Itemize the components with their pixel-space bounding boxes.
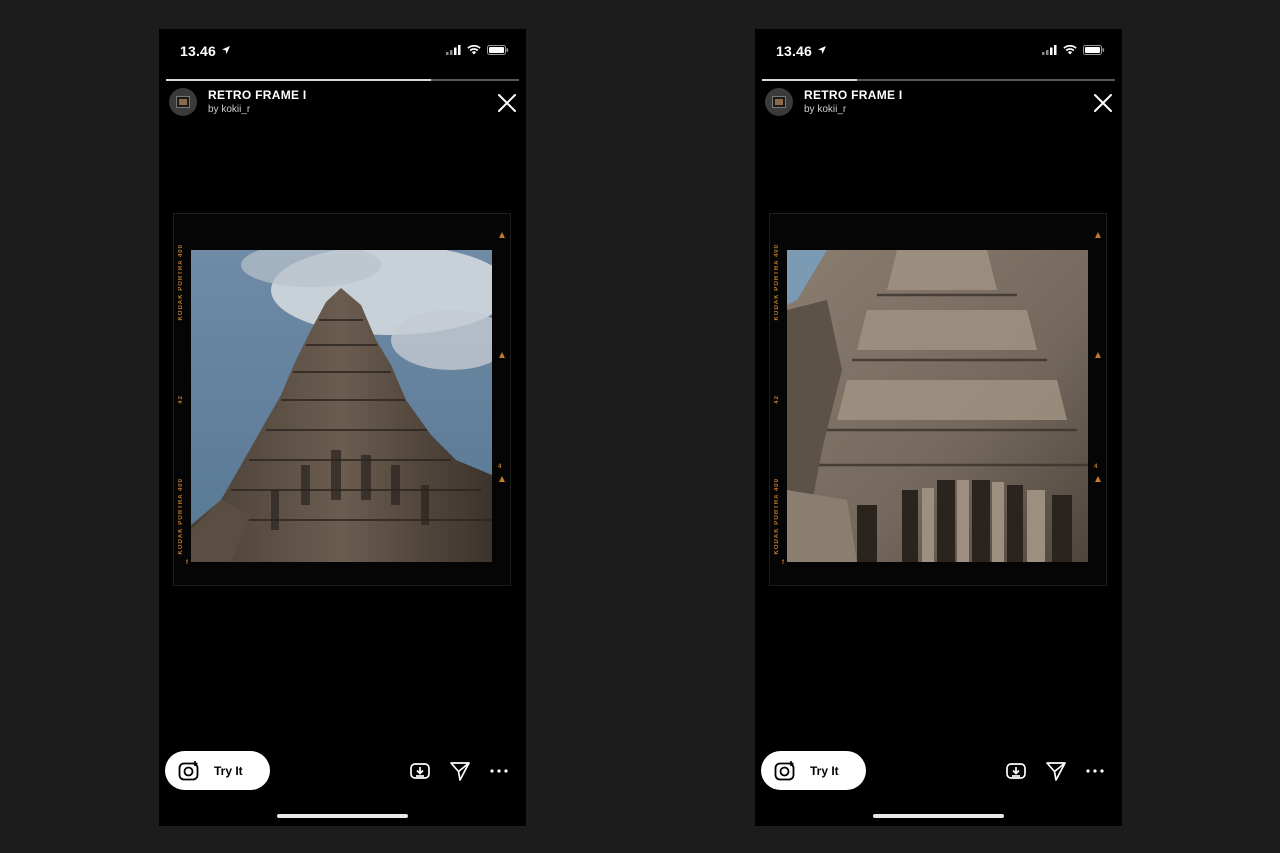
film-edge-label: KODAK PORTRA 400 — [774, 244, 780, 321]
film-arrow-icon — [1095, 352, 1101, 358]
film-mark: 4 — [498, 464, 502, 470]
status-icons — [446, 45, 509, 55]
location-arrow-icon — [818, 46, 826, 54]
film-arrow-icon — [1095, 232, 1101, 238]
try-it-button[interactable]: Try It — [165, 751, 270, 790]
status-bar: 13.46 — [159, 41, 526, 61]
try-it-button[interactable]: Try It — [761, 751, 866, 790]
film-edge-text: KODAK PORTRA 400 42 KODAK PORTRA 400 — [175, 244, 187, 554]
film-edge-label: 42 — [774, 394, 780, 404]
send-icon[interactable] — [1045, 760, 1067, 782]
story-progress-fill — [762, 79, 858, 81]
filter-author[interactable]: by kokii_r — [208, 104, 250, 115]
film-edge-label: KODAK PORTRA 400 — [774, 477, 780, 554]
story-progress-bar — [762, 79, 1115, 81]
camera-icon — [178, 760, 199, 780]
filter-title[interactable]: RETRO FRAME I — [804, 88, 903, 102]
story-header: RETRO FRAME I by kokii_r — [765, 88, 1122, 122]
filter-thumbnail-icon — [176, 96, 190, 108]
film-edge-label: 42 — [178, 394, 184, 404]
location-arrow-icon — [222, 46, 230, 54]
film-arrow-icon — [499, 476, 505, 482]
filter-thumbnail-icon — [772, 96, 786, 108]
home-indicator[interactable] — [277, 814, 408, 818]
story-screen-right: 13.46 RETRO FRAME I by kokii_r KODAK POR… — [755, 29, 1122, 826]
film-mark: f — [782, 560, 784, 566]
avatar[interactable] — [765, 88, 793, 116]
story-actions: Try It — [755, 751, 1122, 791]
close-icon[interactable] — [496, 92, 518, 114]
filter-title[interactable]: RETRO FRAME I — [208, 88, 307, 102]
more-options-icon[interactable] — [488, 760, 510, 782]
home-indicator[interactable] — [873, 814, 1004, 818]
film-edge-text: KODAK PORTRA 400 42 KODAK PORTRA 400 — [771, 244, 783, 554]
film-edge-label: KODAK PORTRA 400 — [178, 477, 184, 554]
retro-film-frame: KODAK PORTRA 400 42 KODAK PORTRA 400 4 f — [173, 213, 511, 586]
story-progress-fill — [166, 79, 431, 81]
film-arrow-icon — [1095, 476, 1101, 482]
film-edge-label: KODAK PORTRA 400 — [178, 244, 184, 321]
film-edge-marks: 4 f — [782, 228, 1102, 568]
send-icon[interactable] — [449, 760, 471, 782]
signal-icon — [446, 45, 461, 55]
avatar[interactable] — [169, 88, 197, 116]
camera-icon — [774, 760, 795, 780]
wifi-icon — [1063, 45, 1077, 55]
story-header: RETRO FRAME I by kokii_r — [169, 88, 526, 122]
filter-author[interactable]: by kokii_r — [804, 104, 846, 115]
status-icons — [1042, 45, 1105, 55]
story-screen-left: 13.46 RETRO FRAME I by kokii_r KODAK POR… — [159, 29, 526, 826]
story-actions: Try It — [159, 751, 526, 791]
story-photo-temple-tower — [191, 250, 492, 562]
signal-icon — [1042, 45, 1057, 55]
film-mark: f — [186, 560, 188, 566]
status-time: 13.46 — [776, 43, 813, 59]
battery-icon — [487, 45, 509, 55]
save-effect-icon[interactable] — [1005, 760, 1027, 782]
save-effect-icon[interactable] — [409, 760, 431, 782]
film-mark: 4 — [1094, 464, 1098, 470]
close-icon[interactable] — [1092, 92, 1114, 114]
try-it-label: Try It — [214, 763, 243, 778]
status-time: 13.46 — [180, 43, 217, 59]
battery-icon — [1083, 45, 1105, 55]
retro-film-frame: KODAK PORTRA 400 42 KODAK PORTRA 400 4 f — [769, 213, 1107, 586]
film-arrow-icon — [499, 352, 505, 358]
story-progress-bar — [166, 79, 519, 81]
story-photo-temple-facade — [787, 250, 1088, 562]
film-edge-marks: 4 f — [186, 228, 506, 568]
try-it-label: Try It — [810, 763, 839, 778]
film-arrow-icon — [499, 232, 505, 238]
status-bar: 13.46 — [755, 41, 1122, 61]
wifi-icon — [467, 45, 481, 55]
more-options-icon[interactable] — [1084, 760, 1106, 782]
